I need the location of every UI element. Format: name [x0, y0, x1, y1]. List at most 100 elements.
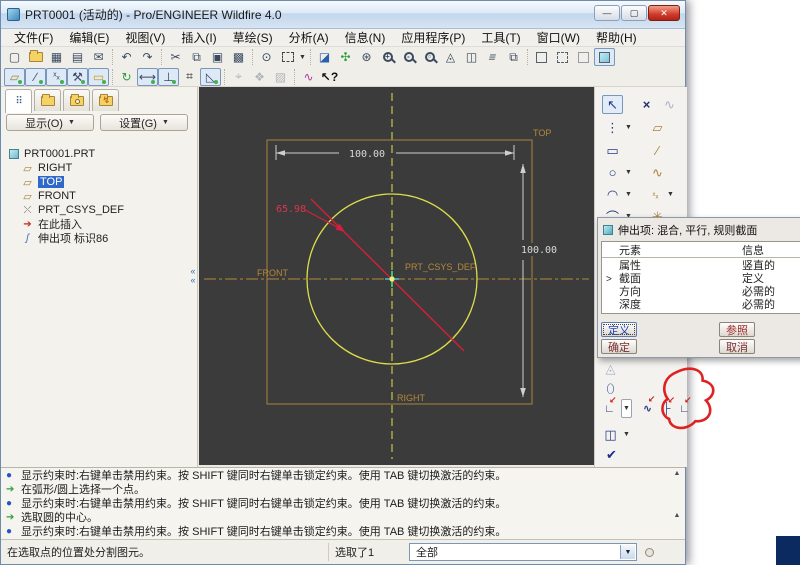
- reorient-icon[interactable]: ◬: [440, 48, 461, 66]
- width-dimension[interactable]: [275, 145, 515, 160]
- menu-file[interactable]: 文件(F): [7, 28, 60, 47]
- accept-icon[interactable]: ✔: [601, 445, 622, 464]
- close-button[interactable]: ✕: [648, 5, 680, 21]
- diagonal-dimension-value[interactable]: 65.98: [276, 204, 306, 215]
- vertex-display-toggle-icon[interactable]: ◺: [200, 67, 221, 86]
- undo-icon[interactable]: ↶: [116, 48, 137, 66]
- hidden-line-icon[interactable]: [552, 48, 573, 66]
- context-help-icon[interactable]: ↖?: [319, 68, 340, 86]
- select-arrow-icon[interactable]: ↖: [602, 95, 623, 114]
- scroll-up-icon[interactable]: ▲: [674, 512, 681, 519]
- height-dimension[interactable]: [520, 164, 526, 397]
- pick-from-list-icon[interactable]: ⊛: [356, 48, 377, 66]
- height-dimension-value[interactable]: 100.00: [521, 245, 557, 256]
- no-hidden-icon[interactable]: [573, 48, 594, 66]
- csys-toggle-icon[interactable]: ⚒: [67, 67, 88, 86]
- trim-divide-icon[interactable]: ∟ ↙: [674, 395, 695, 418]
- annotation-toggle-icon[interactable]: ▭: [88, 67, 109, 86]
- zoom-out-icon[interactable]: -: [398, 48, 419, 66]
- trim-tool-dropdown[interactable]: ▼: [621, 399, 632, 418]
- define-button[interactable]: 定义: [601, 322, 637, 337]
- shaded-icon[interactable]: [594, 48, 615, 66]
- tree-item-right[interactable]: ▱ RIGHT: [7, 161, 197, 175]
- element-row-depth[interactable]: 深度 必需的: [602, 297, 800, 311]
- sketch-canvas[interactable]: 100.00 100.00 65.98 TOP FRONT RIGHT PRT_…: [199, 87, 594, 465]
- tab-model-tree[interactable]: ⠿: [5, 89, 32, 113]
- scroll-up-icon[interactable]: ▲: [674, 470, 681, 477]
- sketch-orient-icon[interactable]: ↻: [116, 68, 137, 86]
- select-box-icon[interactable]: [277, 48, 298, 66]
- spin-center-icon[interactable]: ✣: [335, 48, 356, 66]
- tree-item-part[interactable]: PRT0001.PRT: [7, 147, 197, 161]
- tab-folder-browser[interactable]: [34, 89, 61, 111]
- print-icon[interactable]: ▤: [67, 48, 88, 66]
- menu-window[interactable]: 窗口(W): [530, 28, 587, 47]
- select-box-dropdown[interactable]: ▼: [298, 48, 307, 66]
- datum-plane-tool-icon[interactable]: ▱: [647, 118, 668, 137]
- menu-insert[interactable]: 插入(I): [174, 28, 223, 47]
- cut-icon[interactable]: ✂: [165, 48, 186, 66]
- datum-point-tool-icon[interactable]: ˣₓ: [645, 185, 666, 204]
- line-tool-icon[interactable]: ⋮: [602, 118, 623, 137]
- menu-view[interactable]: 视图(V): [118, 28, 172, 47]
- mirror-tool-icon[interactable]: ◫: [600, 425, 621, 444]
- saved-views-icon[interactable]: ◫: [461, 48, 482, 66]
- spline-tool-icon[interactable]: ∿: [647, 163, 668, 182]
- line-tool-dropdown[interactable]: ▼: [623, 118, 634, 137]
- copy-icon[interactable]: ⧉: [186, 48, 207, 66]
- arc-tool-icon[interactable]: ◠: [602, 185, 623, 204]
- tree-item-csys[interactable]: ⤬ PRT_CSYS_DEF: [7, 203, 197, 217]
- paste-icon[interactable]: ▣: [207, 48, 228, 66]
- new-icon[interactable]: ▢: [4, 48, 25, 66]
- show-button[interactable]: 显示(O) ▼: [6, 114, 94, 131]
- menu-info[interactable]: 信息(N): [338, 28, 393, 47]
- trim-delete-segment-icon[interactable]: ∿ ↙: [637, 394, 658, 418]
- tree-item-insert-here[interactable]: ➔ 在此插入: [7, 217, 197, 232]
- tab-connections[interactable]: ↯: [92, 89, 119, 111]
- menu-sketch[interactable]: 草绘(S): [226, 28, 280, 47]
- grid-toggle-icon[interactable]: ⌗: [179, 68, 200, 86]
- sketcher-palette-icon[interactable]: ∿: [298, 68, 319, 86]
- layers-icon[interactable]: ≡: [480, 48, 506, 66]
- filter-dropdown-icon[interactable]: ▼: [620, 545, 635, 559]
- save-icon[interactable]: ▦: [46, 48, 67, 66]
- highlighted-diagonal-line[interactable]: [310, 198, 465, 352]
- zoom-in-icon[interactable]: +: [377, 48, 398, 66]
- tab-favorites[interactable]: [63, 89, 90, 111]
- minimize-button[interactable]: —: [594, 5, 620, 21]
- dimension-display-toggle-icon[interactable]: ⟷: [137, 67, 158, 86]
- find-icon[interactable]: ⊙: [256, 48, 277, 66]
- menu-applications[interactable]: 应用程序(P): [394, 28, 472, 47]
- menu-analysis[interactable]: 分析(A): [282, 28, 336, 47]
- constraint-display-toggle-icon[interactable]: ⊥: [158, 67, 179, 86]
- menu-help[interactable]: 帮助(H): [589, 28, 644, 47]
- datum-points-toggle-icon[interactable]: ˣₓ: [46, 67, 67, 86]
- datum-axes-toggle-icon[interactable]: ∕: [25, 67, 46, 86]
- circle-tool-dropdown[interactable]: ▼: [623, 163, 634, 182]
- datum-planes-toggle-icon[interactable]: ▱: [4, 67, 25, 86]
- tree-item-top[interactable]: ▱ TOP: [7, 175, 197, 189]
- rectangle-tool-icon[interactable]: ▭: [602, 141, 623, 160]
- width-dimension-value[interactable]: 100.00: [349, 149, 385, 160]
- trim-tool-icon[interactable]: ∟ ↙: [599, 395, 620, 418]
- refs-button[interactable]: 参照: [719, 322, 755, 337]
- menu-tools[interactable]: 工具(T): [474, 28, 527, 47]
- settings-button[interactable]: 设置(G) ▼: [100, 114, 188, 131]
- arc-tool-dropdown[interactable]: ▼: [623, 185, 634, 204]
- repaint-icon[interactable]: ◪: [314, 48, 335, 66]
- refit-icon[interactable]: ▫: [419, 48, 440, 66]
- panel-collapse-handle[interactable]: ««: [188, 267, 198, 285]
- datum-axis-tool-icon[interactable]: ∕: [647, 141, 668, 160]
- paste-special-icon[interactable]: ▩: [228, 48, 249, 66]
- selection-filter-dropdown[interactable]: 全部 ▼: [409, 543, 637, 561]
- open-icon[interactable]: [25, 48, 46, 66]
- tree-item-front[interactable]: ▱ FRONT: [7, 189, 197, 203]
- cancel-button[interactable]: 取消: [719, 339, 755, 354]
- menu-edit[interactable]: 编辑(E): [62, 28, 116, 47]
- datum-point-dropdown[interactable]: ▼: [665, 185, 676, 204]
- delete-segment-icon[interactable]: ×: [636, 95, 657, 114]
- maximize-button[interactable]: ▢: [621, 5, 647, 21]
- circle-tool-icon[interactable]: ○: [602, 163, 623, 182]
- send-mail-icon[interactable]: ✉: [88, 48, 109, 66]
- tree-item-protrusion[interactable]: ʃ 伸出项 标识86: [7, 231, 197, 246]
